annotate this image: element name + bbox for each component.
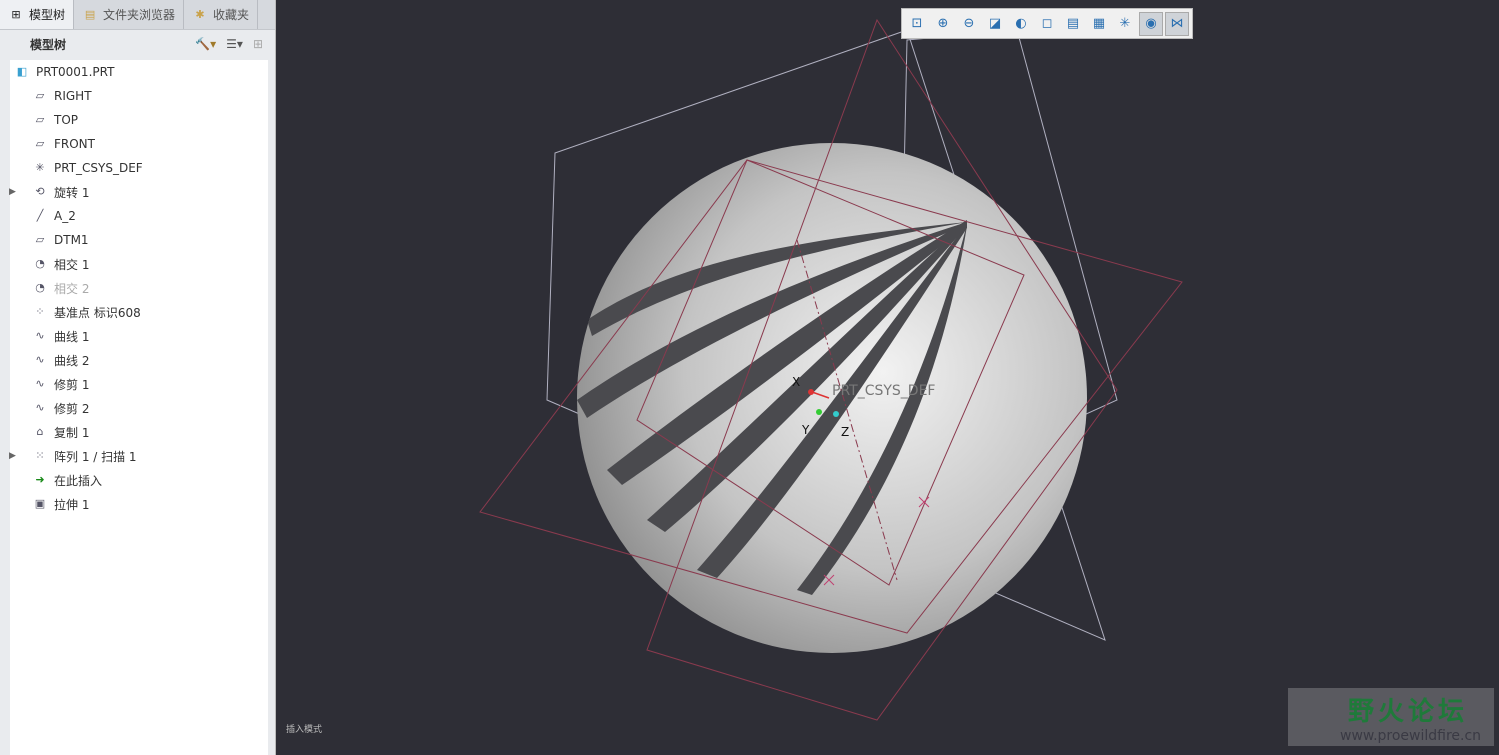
named-view-icon[interactable]: ▤: [1061, 12, 1085, 36]
filter-icon[interactable]: ⊞: [253, 37, 263, 51]
tree-item-label: PRT0001.PRT: [36, 65, 115, 79]
graphics-viewport[interactable]: X Y Z PRT_CSYS_DEF ⊡ ⊕ ⊖ ◪ ◐ ◻ ▤ ▦ ✳ ◉ ⋈ 插入模式 野火论坛…: [277, 0, 1499, 755]
tree-item-label: A_2: [54, 209, 76, 223]
trim-icon: ∿: [35, 401, 45, 414]
axis-y-label: Y: [801, 423, 810, 437]
mode-status: 插入模式: [286, 725, 323, 735]
model-tree-icon: ⊞: [11, 7, 21, 21]
curve-icon: ∿: [35, 353, 45, 366]
model-tree-panel: ⊞ 模型树 ▤ 文件夹浏览器 ✱ 收藏夹 模型树 🔨▾ ☰▾ ⊞ ◧ PRT0001.P…: [0, 0, 276, 755]
tree-item-label: 阵列 1 / 扫描 1: [54, 449, 137, 464]
copy-icon: ⌂: [36, 425, 44, 438]
tree-item-label: 相交 1: [54, 257, 90, 272]
tree-item-label: 旋转 1: [54, 185, 90, 200]
tree-item[interactable]: ➜ 在此插入: [10, 468, 268, 492]
expand-arrow-icon[interactable]: ▶: [9, 451, 16, 461]
tree-item-label: 相交 2: [54, 281, 90, 296]
tree-item-label: 拉伸 1: [54, 497, 90, 512]
refit-icon[interactable]: ⊡: [905, 12, 929, 36]
tree-item[interactable]: ⌂ 复制 1: [10, 420, 268, 444]
tree-item-label: 曲线 1: [54, 329, 90, 344]
tab-model-tree[interactable]: ⊞ 模型树: [0, 0, 75, 29]
settings-tools-icon[interactable]: 🔨▾: [195, 37, 216, 51]
tree-item[interactable]: ▱ FRONT: [10, 132, 268, 156]
tab-favorites[interactable]: ✱ 收藏夹: [184, 0, 259, 29]
tree-item[interactable]: ⁘ 基准点 标识608: [10, 300, 268, 324]
model-3d-view: X Y Z PRT_CSYS_DEF: [479, 18, 1183, 721]
tree-item[interactable]: ◔ 相交 1: [10, 252, 268, 276]
tree-item[interactable]: ◔ 相交 2: [10, 276, 268, 300]
favorites-icon: ✱: [195, 7, 205, 21]
tree-item-label: 基准点 标识608: [54, 305, 141, 320]
tab-folder-browser[interactable]: ▤ 文件夹浏览器: [74, 0, 185, 29]
tree-item-label: RIGHT: [54, 89, 92, 103]
tree-item[interactable]: ▶ ⁙ 阵列 1 / 扫描 1: [9, 444, 268, 468]
intersect-icon: ◔: [35, 281, 45, 294]
model-tree: ◧ PRT0001.PRT ▱ RIGHT ▱ TOP ▱ FRONT ✳ PRT_CSYS_DE…: [9, 60, 268, 755]
tree-item[interactable]: ∿ 修剪 1: [10, 372, 268, 396]
pattern-icon: ⁙: [35, 449, 45, 462]
tree-item-label: 在此插入: [54, 473, 103, 488]
datum-point-icon: ⁘: [35, 305, 45, 318]
tree-item-label: 曲线 2: [54, 353, 90, 368]
tree-item[interactable]: ∿ 修剪 2: [10, 396, 268, 420]
part-icon: ◧: [16, 65, 28, 78]
tree-item[interactable]: ╱ A_2: [10, 204, 268, 228]
tree-item[interactable]: ▱ TOP: [10, 108, 268, 132]
zoom-in-icon[interactable]: ⊕: [931, 12, 955, 36]
display-style-icon[interactable]: ◐: [1009, 12, 1033, 36]
csys-label: PRT_CSYS_DEF: [832, 383, 935, 399]
tree-item[interactable]: ▶ ⟲ 旋转 1: [9, 180, 268, 204]
expand-arrow-icon[interactable]: ▶: [9, 187, 16, 197]
axis-z-label: Z: [841, 425, 849, 439]
tree-item-label: TOP: [54, 113, 79, 127]
trim-icon: ∿: [35, 377, 45, 390]
datum-plane-icon: ▱: [35, 233, 45, 246]
tree-item[interactable]: ▣ 拉伸 1: [10, 492, 268, 516]
axis-icon: ╱: [36, 209, 44, 222]
tree-item-label: DTM1: [54, 233, 89, 247]
tree-item[interactable]: ▱ DTM1: [10, 228, 268, 252]
tree-item[interactable]: ✳ PRT_CSYS_DEF: [10, 156, 268, 180]
view-toolbar: ⊡ ⊕ ⊖ ◪ ◐ ◻ ▤ ▦ ✳ ◉ ⋈: [901, 8, 1193, 39]
datum-plane-icon: ▱: [35, 89, 45, 102]
tree-item-label: 修剪 2: [54, 401, 90, 416]
csys-icon: ✳: [35, 161, 45, 174]
saved-views-icon[interactable]: ◻: [1035, 12, 1059, 36]
intersect-icon: ◔: [35, 257, 45, 270]
show-list-icon[interactable]: ☰▾: [226, 37, 243, 51]
tree-item-label: 修剪 1: [54, 377, 90, 392]
spin-center-icon[interactable]: ◉: [1139, 11, 1163, 36]
annotation-display-icon[interactable]: ⋈: [1165, 11, 1189, 36]
tree-item-label: 复制 1: [54, 425, 90, 440]
datum-plane-icon: ▱: [35, 113, 45, 126]
revolve-icon: ⟲: [35, 185, 45, 198]
panel-title: 模型树: [30, 37, 67, 52]
tree-item[interactable]: ∿ 曲线 2: [10, 348, 268, 372]
extrude-icon: ▣: [34, 497, 46, 510]
panel-tabs: ⊞ 模型树 ▤ 文件夹浏览器 ✱ 收藏夹: [0, 0, 275, 30]
tree-item[interactable]: ◧ PRT0001.PRT: [10, 60, 268, 84]
insert-here-icon: ➜: [35, 473, 45, 486]
zoom-out-icon[interactable]: ⊖: [957, 12, 981, 36]
datum-plane-icon: ▱: [35, 137, 45, 150]
datum-display-icon[interactable]: ✳: [1113, 12, 1137, 36]
tree-item-label: FRONT: [54, 137, 95, 151]
tree-item[interactable]: ▱ RIGHT: [10, 84, 268, 108]
view-manager-icon[interactable]: ▦: [1087, 12, 1111, 36]
curve-icon: ∿: [35, 329, 45, 342]
tree-item[interactable]: ∿ 曲线 1: [10, 324, 268, 348]
axis-x-label: X: [792, 375, 800, 389]
repaint-icon[interactable]: ◪: [983, 12, 1007, 36]
tree-item-label: PRT_CSYS_DEF: [54, 161, 143, 175]
watermark-logo: 野火论坛 www.proewildfire.cn: [1288, 688, 1494, 746]
folder-icon: ▤: [84, 7, 96, 21]
